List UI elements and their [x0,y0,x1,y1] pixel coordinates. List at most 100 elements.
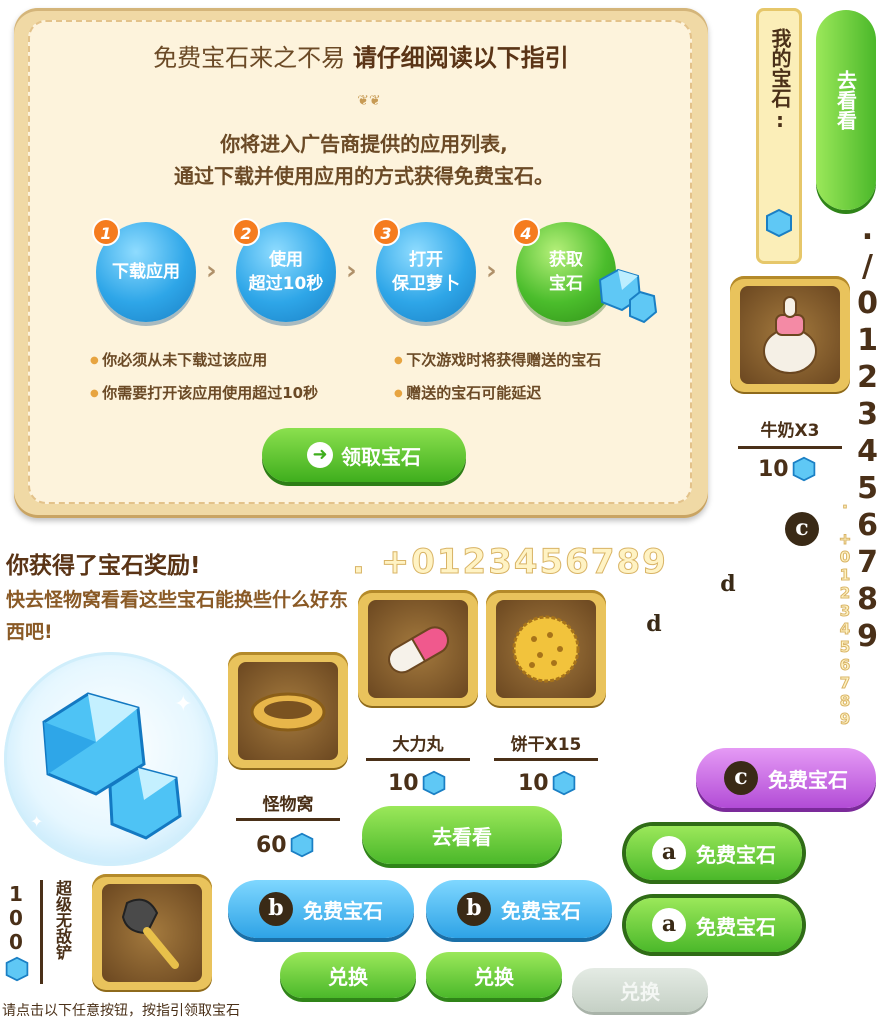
claim-gems-label: 领取宝石 [341,444,421,469]
footer-note: 请点击以下任意按钮，按指引领取宝石 [2,1003,240,1019]
nest-icon [250,692,326,732]
cookie-item-slot [496,600,596,698]
gem-icon [792,456,815,482]
nest-item-frame[interactable] [228,652,348,770]
badge-d-icon: d [637,608,671,642]
badge-b-icon: b [259,892,293,926]
step-2-use: 2 使用 超过10秒 [232,218,336,322]
milk-bottle-icon [763,296,817,374]
go-look-button[interactable]: 去看看 [362,806,562,864]
shovel-item-slot [102,884,202,982]
badge-b-icon: b [457,892,491,926]
digit-strip-vertical-small: . +0123456789 [836,494,855,729]
free-gems-button-a-2[interactable]: a 免费宝石 [626,898,802,952]
cookie-item-frame[interactable] [486,590,606,708]
free-gems-label: 免费宝石 [696,914,776,939]
nest-item-price: 60 [256,832,315,858]
step-label: 使用 超过10秒 [248,250,324,294]
step-label: 下载应用 [112,262,180,282]
bullet-list-left: 你必须从未下载过该应用 你需要打开该应用使用超过10秒 [90,344,318,410]
divider [40,880,43,984]
gem-icon [598,268,658,324]
guide-title: 免费宝石来之不易 请仔细阅读以下指引 [14,38,708,73]
shovel-item-name: 超级无敌铲 [53,880,72,960]
step-label: 打开 保卫萝卜 [392,250,460,294]
digit-strip-vertical: ./0123456789 [850,212,885,656]
free-gems-label: 免费宝石 [696,842,776,867]
sparkle-icon: ✦ [174,692,193,717]
milk-item-name: 牛奶X3 [760,421,820,441]
free-gems-label: 免费宝石 [303,898,383,923]
price-value: 60 [256,832,287,858]
milk-item-price: 10 [758,456,817,482]
pill-capsule-icon [388,626,449,674]
sparkle-icon: ✦ [30,812,44,831]
gem-icon [552,770,575,796]
guide-title-strong: 请仔细阅读以下指引 [352,44,569,72]
free-gems-button-c[interactable]: c 免费宝石 [696,748,876,808]
free-gems-label: 免费宝石 [641,652,666,732]
free-gems-label: 免费宝石 [715,612,740,692]
go-look-vertical-button[interactable]: 去看看 [816,10,876,210]
chevron-right-icon: › [486,256,497,286]
free-gems-vertical-button-d-1[interactable]: d 免费宝石 [624,596,684,782]
step-label: 获取 宝石 [549,250,583,294]
pill-item-frame[interactable] [358,590,478,708]
shovel-icon [121,898,179,969]
guide-title-normal: 免费宝石来之不易 [153,44,346,72]
badge-c-icon: c [785,512,819,546]
reward-title: 你获得了宝石奖励! [6,553,201,579]
nest-item-name: 怪物窝 [262,795,314,815]
intro-line-1: 你将进入广告商提供的应用列表, [220,132,508,156]
gem-icon [5,956,29,982]
nest-item-slot [238,662,338,760]
divider [494,758,598,761]
free-gems-label: 免费宝石 [789,556,814,636]
free-gems-button-b-2[interactable]: b 免费宝石 [426,880,612,938]
exchange-button-disabled[interactable]: 兑换 [572,968,708,1012]
exchange-label: 兑换 [620,979,660,1004]
divider [236,818,340,821]
intro-line-2: 通过下载并使用应用的方式获得免费宝石。 [174,164,554,188]
free-gems-button-b-1[interactable]: b 免费宝石 [228,880,414,938]
free-gems-button-a-1[interactable]: a 免费宝石 [626,826,802,880]
step-number: 4 [512,218,540,246]
chevron-right-icon: › [206,256,217,286]
exchange-label: 兑换 [474,964,514,989]
arrow-right-icon: ➜ [307,442,333,468]
guide-intro: 你将进入广告商提供的应用列表, 通过下载并使用应用的方式获得免费宝石。 [0,128,728,192]
free-gems-vertical-button-c[interactable]: c 免费宝石 [772,500,832,686]
cookie-icon [512,615,580,683]
step-number: 2 [232,218,260,246]
badge-d-icon: d [711,568,745,602]
exchange-label: 兑换 [328,964,368,989]
gem-icon [766,208,792,238]
divider [366,758,470,761]
step-3-open: 3 打开 保卫萝卜 [372,218,476,322]
shovel-item-frame[interactable] [92,874,212,992]
milk-item-frame[interactable] [730,276,850,394]
bullet-list-right: 下次游戏时将获得赠送的宝石 赠送的宝石可能延迟 [394,344,601,410]
bullet-item: 你必须从未下载过该应用 [90,344,318,377]
pill-item-price: 10 [388,770,447,796]
bullet-item: 下次游戏时将获得赠送的宝石 [394,344,601,377]
step-number: 1 [92,218,120,246]
milk-item-slot [740,286,840,384]
big-gem-icon [42,692,182,840]
digit-strip-large: . +0123456789 [352,542,668,583]
exchange-button-2[interactable]: 兑换 [426,952,562,998]
step-number: 3 [372,218,400,246]
claim-gems-button[interactable]: ➜ 领取宝石 [262,428,466,482]
gem-reward-bubble: ✦ ✦ [4,652,218,866]
shovel-price: 100 [4,882,40,982]
price-value: 10 [388,770,419,796]
price-value: 100 [4,882,28,954]
free-gems-vertical-button-d-2[interactable]: d 免费宝石 [698,556,758,742]
price-value: 10 [518,770,549,796]
divider [738,446,842,449]
exchange-button-1[interactable]: 兑换 [280,952,416,998]
ornament-icon: ❦❦ [357,93,381,109]
cookie-item-price: 10 [518,770,577,796]
gem-icon [422,770,445,796]
bullet-item: 你需要打开该应用使用超过10秒 [90,377,318,410]
